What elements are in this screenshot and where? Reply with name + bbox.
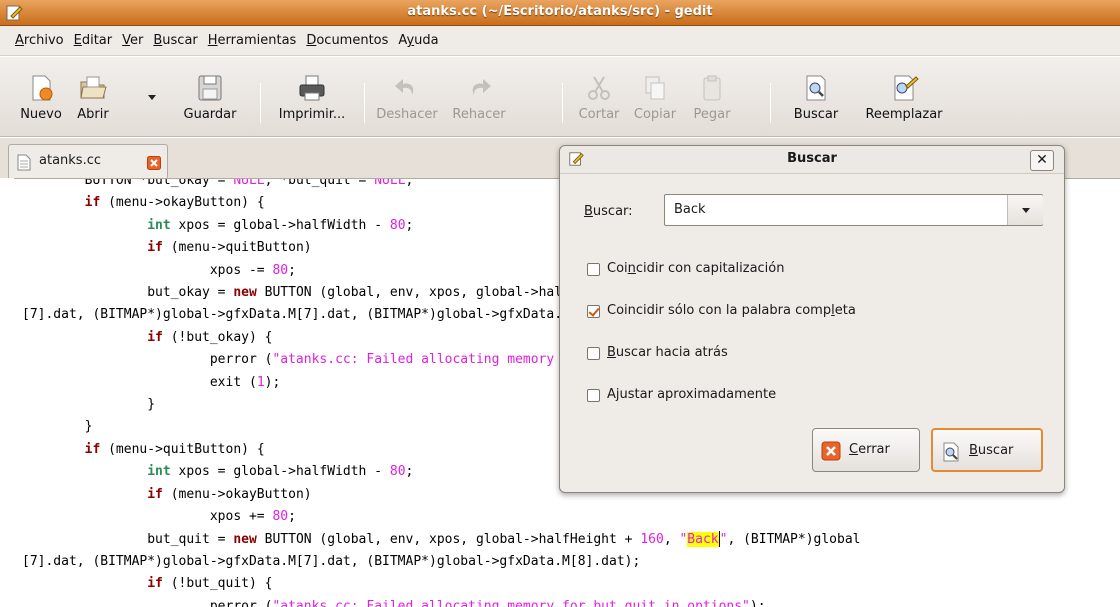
copy-icon [645, 76, 665, 100]
text-document-icon [17, 154, 31, 171]
find-magnifier-icon [806, 75, 826, 101]
menu-buscar[interactable]: Buscar [148, 33, 202, 48]
dialog-title: Buscar [787, 151, 837, 166]
window-title: atanks.cc (~/Escritorio/atanks/src) - ge… [407, 4, 713, 19]
redo-icon [472, 79, 491, 95]
find-magnifier-icon [943, 442, 959, 462]
undo-icon [395, 79, 414, 95]
menu-ver[interactable]: Ver [117, 33, 148, 48]
replace-button[interactable]: Reemplazar [852, 63, 956, 129]
menu-ayuda[interactable]: Ayuda [393, 33, 443, 48]
open-button[interactable]: Abrir [66, 63, 120, 129]
toolbar-separator [770, 83, 771, 123]
recent-files-dropdown[interactable] [148, 95, 156, 100]
search-label: Buscar: [584, 204, 633, 219]
search-combo[interactable]: Back [664, 194, 1043, 226]
paste-clipboard-icon [703, 75, 721, 101]
close-tab-icon[interactable] [147, 156, 161, 170]
replace-icon [894, 75, 919, 101]
checkbox-box-checked[interactable] [587, 305, 600, 318]
document-tab[interactable]: atanks.cc [8, 144, 168, 178]
menu-herramientas[interactable]: Herramientas [203, 33, 302, 48]
title-bar: atanks.cc (~/Escritorio/atanks/src) - ge… [0, 0, 1120, 26]
copy-button[interactable]: Copiar [626, 63, 684, 129]
close-icon [821, 441, 841, 461]
undo-button[interactable]: Deshacer [372, 63, 442, 129]
chevron-down-icon [1022, 208, 1030, 213]
print-button[interactable]: Imprimir... [270, 63, 354, 129]
search-input[interactable]: Back [674, 202, 706, 217]
paste-button[interactable]: Pegar [684, 63, 740, 129]
toolbar-separator [364, 83, 365, 123]
menu-editar[interactable]: Editar [69, 33, 118, 48]
find-dialog-button[interactable]: Buscar [931, 428, 1043, 472]
checkbox-box[interactable] [587, 263, 600, 276]
close-dialog-button[interactable]: Cerrar [812, 428, 920, 472]
open-folder-icon [80, 76, 107, 99]
save-button[interactable]: Guardar [170, 63, 250, 129]
save-icon [198, 75, 222, 101]
scissors-icon [588, 76, 610, 100]
cut-button[interactable]: Cortar [572, 63, 626, 129]
toolbar-separator [562, 83, 563, 123]
redo-button[interactable]: Rehacer [446, 63, 512, 129]
new-button[interactable]: Nuevo [14, 63, 68, 129]
find-dialog: Buscar ✕ Buscar: Back Coincidir con capi… [559, 145, 1065, 493]
find-button[interactable]: Buscar [784, 63, 848, 129]
close-x-icon: ✕ [1036, 152, 1048, 168]
checkbox-box[interactable] [587, 347, 600, 360]
dialog-title-bar: Buscar ✕ [560, 146, 1064, 174]
checkbox-box[interactable] [587, 389, 600, 402]
menu-archivo[interactable]: Archivo [10, 33, 69, 48]
printer-icon [299, 75, 325, 101]
toolbar: Nuevo Abrir Guardar Imprimir... Deshacer [0, 57, 1120, 137]
new-document-icon [32, 75, 53, 101]
search-history-dropdown[interactable] [1007, 195, 1043, 225]
toolbar-separator [260, 83, 261, 123]
menu-documentos[interactable]: Documentos [301, 33, 393, 48]
menu-bar: Archivo Editar Ver Buscar Herramientas D… [0, 26, 1120, 56]
dialog-close-button[interactable]: ✕ [1030, 150, 1054, 171]
